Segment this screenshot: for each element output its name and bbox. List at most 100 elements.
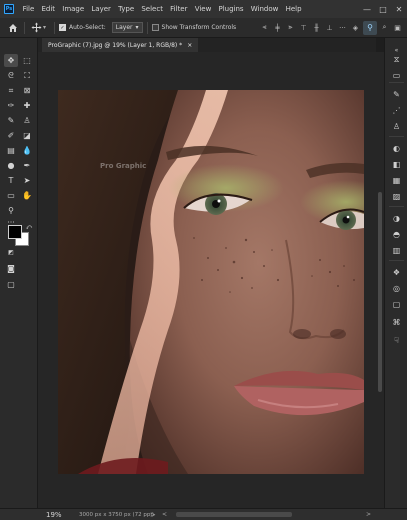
horizontal-scrollbar-thumb[interactable] xyxy=(176,512,292,517)
pen-tool-icon[interactable]: ✒ xyxy=(20,159,34,172)
clone-source-icon[interactable]: ♙ xyxy=(390,120,403,132)
document-canvas[interactable]: Pro Graphic xyxy=(58,90,364,474)
options-bar: ▾ ✓ Auto-Select: Layer ▾ Show Transform … xyxy=(0,18,407,38)
chevron-down-icon[interactable]: ▾ xyxy=(43,24,46,31)
scroll-right-arrow[interactable]: > xyxy=(366,511,371,518)
align-center-icon[interactable]: ╪ xyxy=(272,22,283,33)
learn-icon[interactable]: ☟ xyxy=(390,334,403,346)
crop-tool-icon[interactable]: ⌗ xyxy=(4,84,18,97)
document-info: 3000 px x 3750 px (72 ppi) xyxy=(79,511,155,518)
menu-select[interactable]: Select xyxy=(138,0,167,18)
eraser-tool-icon[interactable]: ◪ xyxy=(20,129,34,142)
path-selection-tool-icon[interactable]: ➤ xyxy=(20,174,34,187)
maximize-button[interactable]: □ xyxy=(375,5,391,14)
hand-tool-icon[interactable]: ✋ xyxy=(20,189,34,202)
zoom-level[interactable]: 19% xyxy=(46,511,62,519)
align-bottom-icon[interactable]: ⊥ xyxy=(324,22,335,33)
auto-select-checkbox[interactable]: ✓ xyxy=(59,24,67,31)
vertical-scrollbar[interactable] xyxy=(376,52,384,508)
move-tool-preset-icon[interactable] xyxy=(29,21,43,35)
document-tab-title: ProGraphic (7).jpg @ 19% (Layer 1, RGB/8… xyxy=(48,41,183,49)
rectangle-tool-icon[interactable]: ▭ xyxy=(4,189,18,202)
brushes-icon[interactable]: ⋰ xyxy=(390,104,403,116)
minimize-button[interactable]: — xyxy=(359,5,375,14)
chevron-down-icon: ▾ xyxy=(135,24,139,31)
menu-file[interactable]: File xyxy=(19,0,38,18)
default-colors-icon[interactable]: ◩ xyxy=(4,246,18,259)
frame-tool-icon[interactable]: ⊠ xyxy=(20,84,34,97)
home-icon[interactable] xyxy=(6,21,20,35)
menu-layer[interactable]: Layer xyxy=(88,0,115,18)
foreground-color-swatch[interactable] xyxy=(8,225,22,239)
auto-select-label: Auto-Select: xyxy=(69,24,106,31)
divider xyxy=(54,21,56,34)
move-tool-icon[interactable]: ✥ xyxy=(4,54,18,67)
screen-mode-icon[interactable]: ▢ xyxy=(4,278,18,291)
healing-brush-tool-icon[interactable]: ✚ xyxy=(20,99,34,112)
divider xyxy=(389,136,404,137)
menu-filter[interactable]: Filter xyxy=(167,0,192,18)
blur-tool-icon[interactable]: 💧 xyxy=(20,144,34,157)
eyedropper-tool-icon[interactable]: ✑ xyxy=(4,99,18,112)
type-tool-icon[interactable]: T xyxy=(4,174,18,187)
align-left-icon[interactable]: ⫷ xyxy=(259,22,270,33)
libraries-icon[interactable]: ▥ xyxy=(390,244,403,256)
divider xyxy=(389,260,404,261)
brush-tool-icon[interactable]: ✎ xyxy=(4,114,18,127)
swatches-icon[interactable]: ◧ xyxy=(390,158,403,170)
photoshop-logo: Ps xyxy=(4,4,14,14)
menu-view[interactable]: View xyxy=(191,0,215,18)
object-select-tool-icon[interactable]: ⛶ xyxy=(20,69,34,82)
gradient-tool-icon[interactable]: ▤ xyxy=(4,144,18,157)
menu-type[interactable]: Type xyxy=(115,0,138,18)
divider xyxy=(389,206,404,207)
lasso-tool-icon[interactable]: ᘓ xyxy=(4,69,18,82)
brush-settings-icon[interactable]: ✎ xyxy=(390,88,403,100)
align-right-icon[interactable]: ⫸ xyxy=(285,22,296,33)
status-menu-arrow[interactable]: > xyxy=(150,511,156,519)
layers-icon[interactable]: ❖ xyxy=(390,266,403,278)
menu-plugins[interactable]: Plugins xyxy=(215,0,247,18)
menu-bar: Ps File Edit Image Layer Type Select Fil… xyxy=(0,0,407,18)
show-transform-label: Show Transform Controls xyxy=(161,24,237,31)
panel-dock: « ⧖ ▭ ✎ ⋰ ♙ ◐ ◧ ▦ ▨ ◑ ◓ ▥ ❖ ◎ ▢ ⌘ ☟ xyxy=(384,38,407,508)
tools-panel: ✥ ⬚ ᘓ ⛶ ⌗ ⊠ ✑ ✚ ✎ ♙ ✐ ◪ ▤ 💧 ● ✒ T ➤ ▭ ✋ … xyxy=(0,38,38,508)
close-window-button[interactable]: ✕ xyxy=(391,5,407,14)
canvas-area[interactable]: Pro Graphic xyxy=(38,52,376,508)
scrollbar-thumb[interactable] xyxy=(378,192,382,392)
menu-help[interactable]: Help xyxy=(282,0,305,18)
show-transform-checkbox[interactable] xyxy=(151,24,159,31)
menu-edit[interactable]: Edit xyxy=(38,0,59,18)
status-bar: 19% 3000 px x 3750 px (72 ppi) > < > xyxy=(0,508,407,520)
properties-icon[interactable]: ◑ xyxy=(390,212,403,224)
history-brush-tool-icon[interactable]: ✐ xyxy=(4,129,18,142)
close-tab-icon[interactable]: × xyxy=(187,42,192,49)
3d-mode-icon[interactable]: ◈ xyxy=(350,22,361,33)
comments-icon[interactable]: ▭ xyxy=(390,69,403,81)
workspace-icon[interactable]: ▣ xyxy=(392,22,403,33)
scroll-left-arrow[interactable]: < xyxy=(162,511,167,518)
document-tab[interactable]: ProGraphic (7).jpg @ 19% (Layer 1, RGB/8… xyxy=(42,38,199,52)
more-options-icon[interactable]: ··· xyxy=(337,22,348,33)
patterns-icon[interactable]: ▨ xyxy=(390,190,403,202)
channels-icon[interactable]: ◎ xyxy=(390,282,403,294)
clone-stamp-tool-icon[interactable]: ♙ xyxy=(20,114,34,127)
gradients-icon[interactable]: ▦ xyxy=(390,174,403,186)
align-middle-icon[interactable]: ╫ xyxy=(311,22,322,33)
quick-mask-icon[interactable]: ◙ xyxy=(4,262,18,275)
path-pen-icon[interactable]: ⌘ xyxy=(390,316,403,328)
menu-window[interactable]: Window xyxy=(247,0,282,18)
swap-colors-icon[interactable]: ⤺ xyxy=(22,221,36,234)
auto-select-target-dropdown[interactable]: Layer ▾ xyxy=(111,22,143,33)
marquee-tool-icon[interactable]: ⬚ xyxy=(20,54,34,67)
align-top-icon[interactable]: ⊤ xyxy=(298,22,309,33)
paths-icon[interactable]: ▢ xyxy=(390,298,403,310)
search-icon[interactable]: ⌕ xyxy=(379,22,390,33)
menu-image[interactable]: Image xyxy=(59,0,88,18)
history-icon[interactable]: ⧖ xyxy=(390,54,403,66)
adjustments-icon[interactable]: ◓ xyxy=(390,228,403,240)
document-tab-bar: ProGraphic (7).jpg @ 19% (Layer 1, RGB/8… xyxy=(38,38,376,52)
share-icon[interactable]: ⚲ xyxy=(363,20,377,35)
dodge-tool-icon[interactable]: ● xyxy=(4,159,18,172)
color-icon[interactable]: ◐ xyxy=(390,142,403,154)
